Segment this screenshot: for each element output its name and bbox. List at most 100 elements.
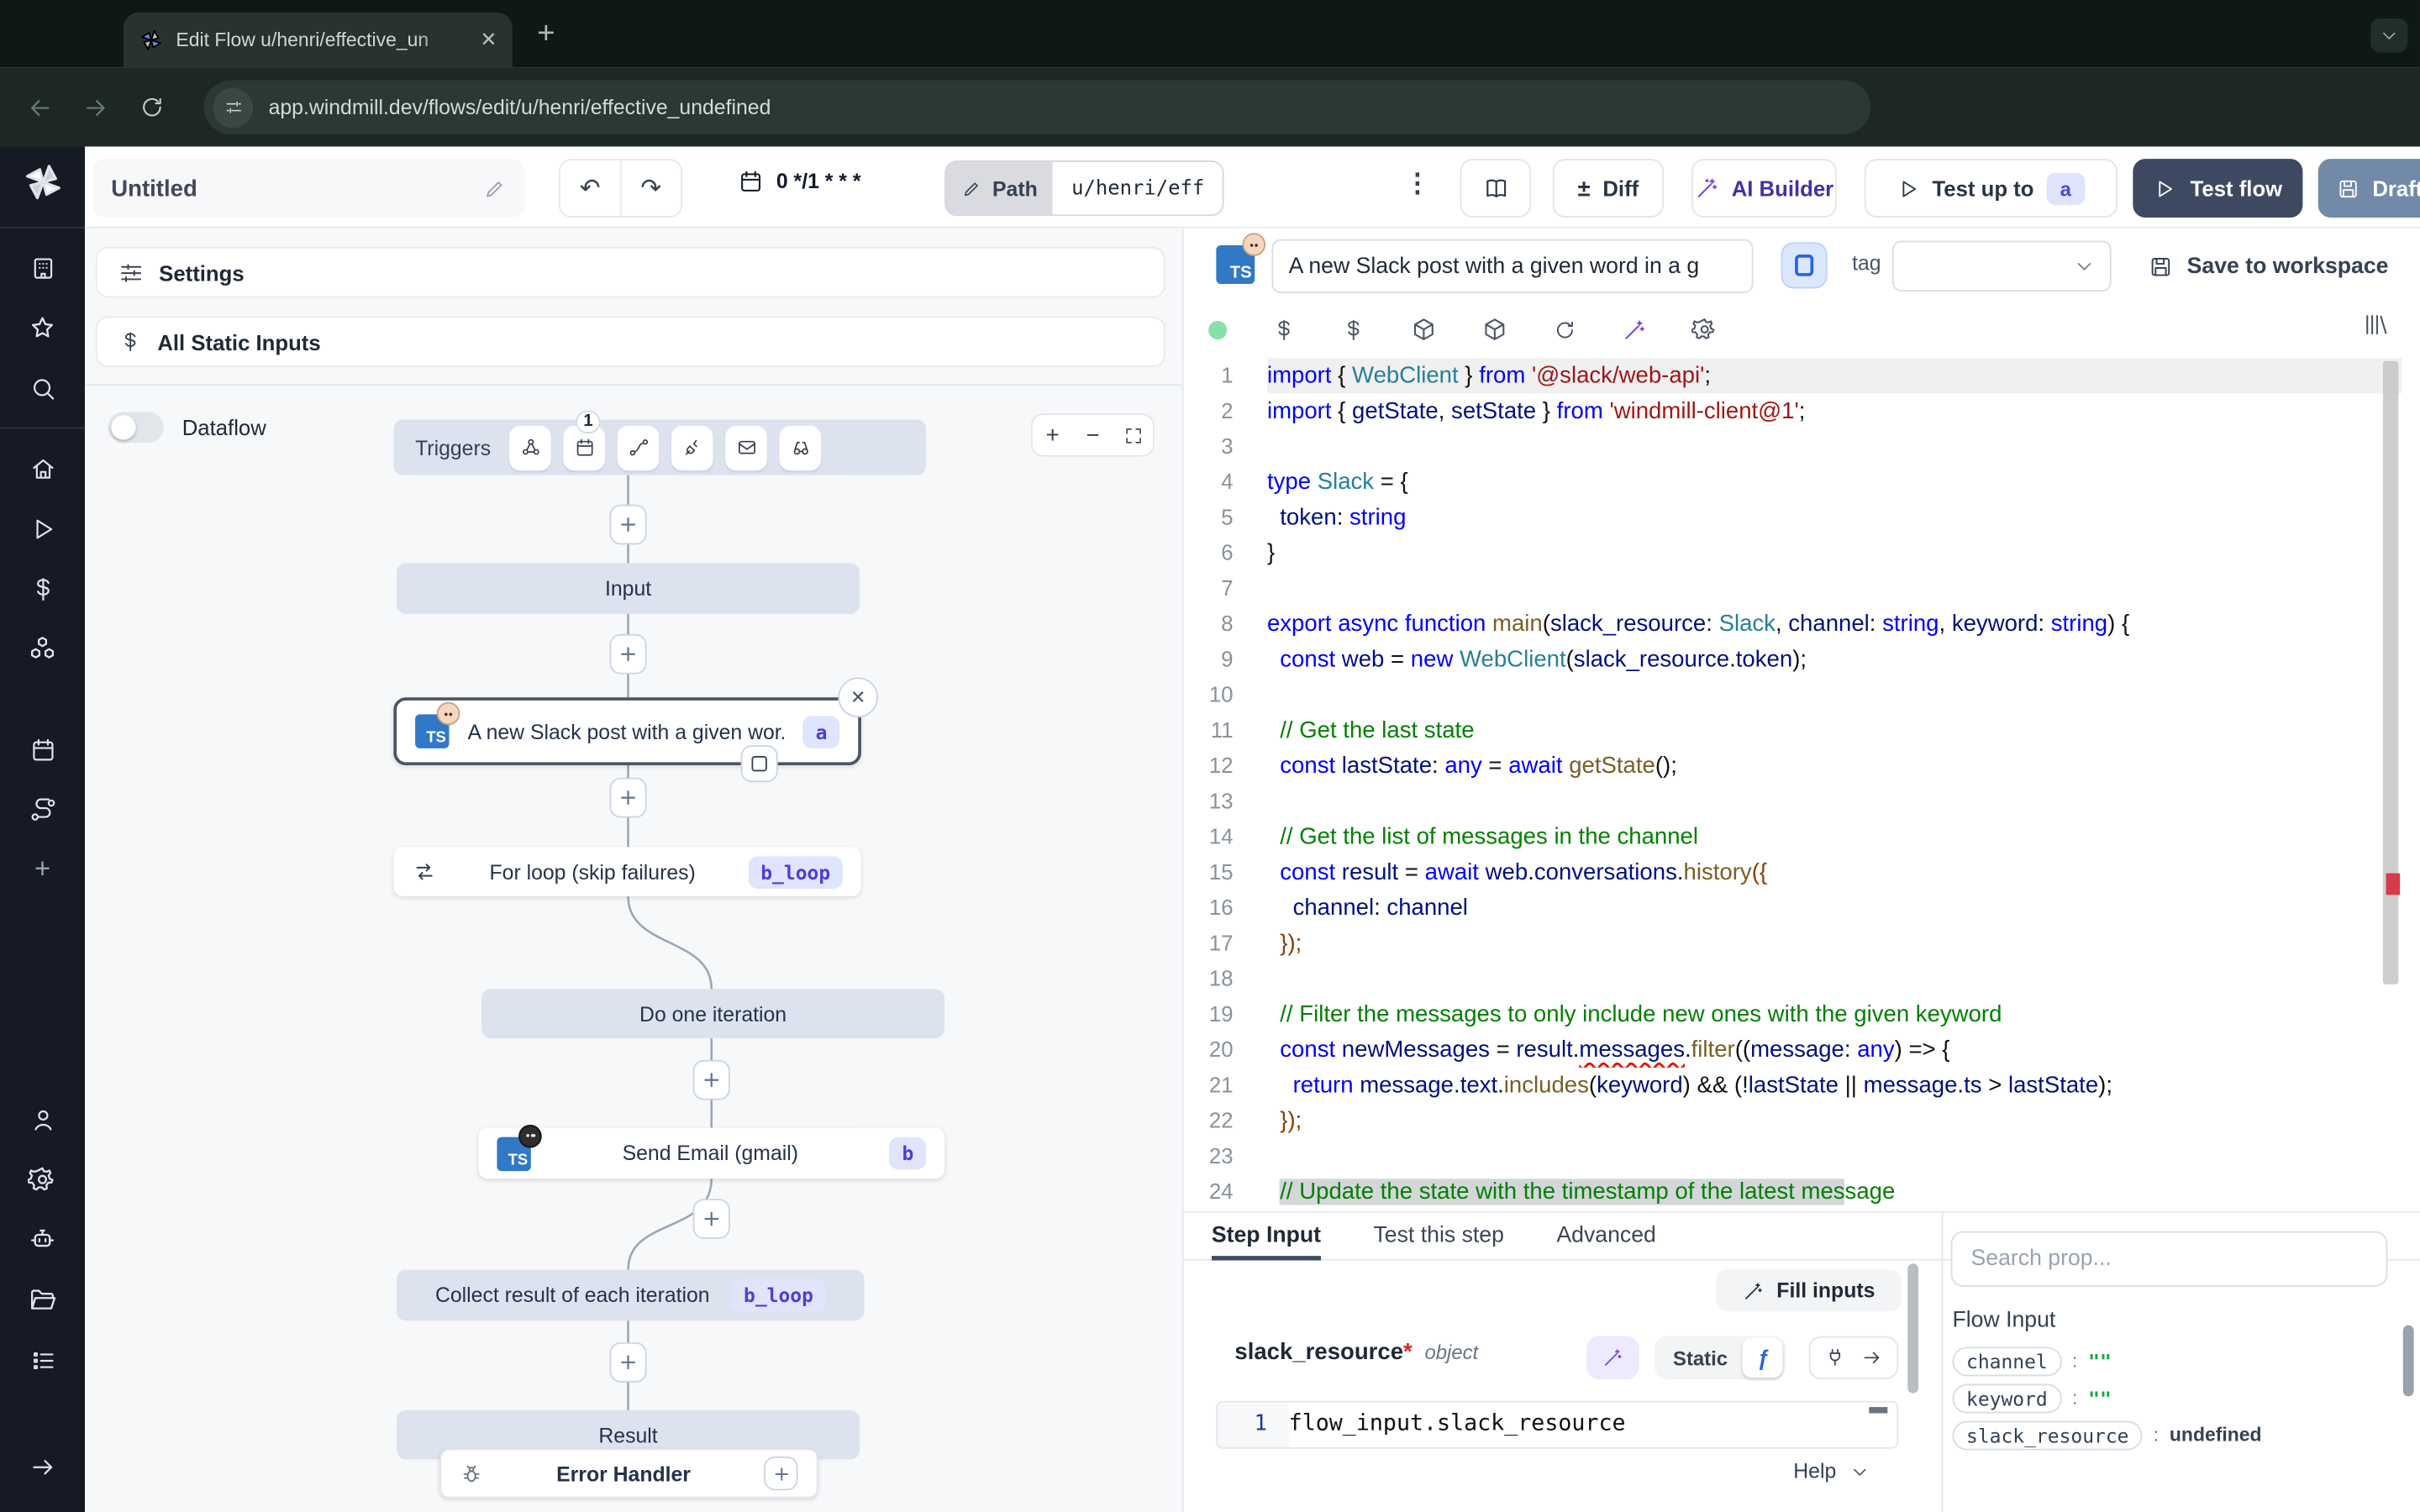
add-step-button[interactable] bbox=[610, 634, 647, 675]
static-expr-toggle[interactable]: Static ƒ bbox=[1655, 1336, 1786, 1379]
code-line[interactable]: 12 const lastState: any = await getState… bbox=[1184, 748, 2402, 784]
sidebar-item-favorites[interactable] bbox=[0, 297, 85, 358]
variables-icon[interactable] bbox=[1271, 317, 1296, 341]
back-icon[interactable] bbox=[13, 93, 68, 121]
tab-close-icon[interactable]: ✕ bbox=[480, 28, 497, 52]
tab-advanced[interactable]: Advanced bbox=[1556, 1212, 1655, 1260]
search-prop-input[interactable] bbox=[1951, 1231, 2388, 1287]
code-line[interactable]: 21 return message.text.includes(keyword)… bbox=[1184, 1068, 2402, 1103]
fill-inputs-button[interactable]: Fill inputs bbox=[1716, 1270, 1901, 1312]
code-line[interactable]: 20 const newMessages = result.messages.f… bbox=[1184, 1032, 2402, 1068]
add-step-button[interactable] bbox=[610, 505, 647, 545]
sidebar-item-search[interactable] bbox=[0, 358, 85, 418]
test-up-to-button[interactable]: Test up to a bbox=[1865, 159, 2118, 218]
code-line[interactable]: 6} bbox=[1184, 535, 2402, 570]
redo-button[interactable]: ↷ bbox=[621, 160, 681, 216]
code-line[interactable]: 16 channel: channel bbox=[1184, 890, 2402, 926]
code-line[interactable]: 2import { getState, setState } from 'win… bbox=[1184, 393, 2402, 428]
sidebar-item-audit-logs[interactable] bbox=[0, 1330, 85, 1390]
props-scrollbar[interactable] bbox=[2403, 1326, 2414, 1396]
code-line[interactable]: 14 // Get the list of messages in the ch… bbox=[1184, 819, 2402, 854]
sidebar-item-workspace[interactable] bbox=[0, 238, 85, 298]
code-line[interactable]: 11 // Get the last state bbox=[1184, 713, 2402, 748]
node-collect-result[interactable]: Collect result of each iteration b_loop bbox=[397, 1270, 865, 1321]
code-line[interactable]: 24 // Update the state with the timestam… bbox=[1184, 1174, 2402, 1210]
ai-builder-button[interactable]: AI Builder bbox=[1691, 159, 1837, 218]
new-tab-button[interactable]: + bbox=[537, 18, 555, 50]
add-step-button[interactable] bbox=[693, 1199, 730, 1239]
test-up-to-step-badge[interactable]: a bbox=[2046, 172, 2085, 205]
save-to-workspace-button[interactable]: Save to workspace bbox=[2149, 241, 2389, 292]
code-line[interactable]: 13 bbox=[1184, 784, 2402, 819]
code-line[interactable]: 17 }); bbox=[1184, 926, 2402, 961]
schedule-indicator[interactable]: 0 */1 * * * bbox=[738, 168, 861, 194]
draft-button[interactable]: Draft bbox=[2318, 159, 2420, 218]
code-line[interactable]: 9 const web = new WebClient(slack_resour… bbox=[1184, 642, 2402, 677]
add-step-button[interactable] bbox=[610, 778, 647, 818]
forward-icon[interactable] bbox=[68, 93, 124, 121]
contextual-variables-icon[interactable] bbox=[1341, 317, 1365, 341]
node-slack-step[interactable]: TS A new Slack post with a given wor... … bbox=[393, 697, 861, 765]
step-summary-input[interactable] bbox=[1271, 239, 1753, 293]
config-scrollbar[interactable] bbox=[1907, 1263, 1918, 1393]
resources-icon[interactable] bbox=[1411, 317, 1437, 343]
path-editor[interactable]: Path u/henri/eff bbox=[944, 160, 1224, 216]
reload-icon[interactable] bbox=[124, 94, 179, 120]
editor-settings-icon[interactable] bbox=[1691, 317, 1718, 343]
edit-name-pencil-icon[interactable] bbox=[483, 176, 507, 200]
tab-test-this-step[interactable]: Test this step bbox=[1373, 1212, 1503, 1260]
flow-name-input[interactable]: Untitled bbox=[92, 159, 524, 218]
add-error-handler-icon[interactable] bbox=[764, 1457, 797, 1490]
help-link[interactable]: Help bbox=[1793, 1460, 1869, 1483]
sidebar-item-workers[interactable] bbox=[0, 1210, 85, 1270]
code-line[interactable]: 5 token: string bbox=[1184, 500, 2402, 535]
expand-editor-button[interactable] bbox=[1781, 242, 1828, 288]
library-icon[interactable] bbox=[2363, 312, 2389, 338]
more-options-icon[interactable]: ⋮ bbox=[1404, 168, 1430, 199]
expression-toggle-icon[interactable]: ƒ bbox=[1743, 1337, 1783, 1378]
early-stop-icon[interactable] bbox=[741, 745, 778, 782]
code-line[interactable]: 3 bbox=[1184, 429, 2402, 465]
sidebar-item-routes[interactable] bbox=[0, 780, 85, 840]
add-step-button[interactable] bbox=[693, 1060, 730, 1100]
flow-input-prop-row[interactable]: slack_resource:undefined bbox=[1952, 1420, 2261, 1451]
sidebar-expand-icon[interactable] bbox=[0, 1436, 85, 1497]
browser-tab[interactable]: Edit Flow u/henri/effective_un ✕ bbox=[124, 13, 513, 68]
address-bar[interactable]: app.windmill.dev/flows/edit/u/henri/effe… bbox=[203, 81, 1870, 134]
connect-input-group[interactable] bbox=[1809, 1336, 1899, 1379]
node-do-one-iteration[interactable]: Do one iteration bbox=[481, 989, 944, 1038]
sidebar-item-settings[interactable] bbox=[0, 1149, 85, 1210]
add-step-button[interactable] bbox=[610, 1342, 647, 1383]
package-icon[interactable] bbox=[1481, 317, 1507, 343]
code-line[interactable]: 19 // Filter the messages to only includ… bbox=[1184, 997, 2402, 1032]
expression-editor[interactable]: 1 flow_input.slack_resource bbox=[1216, 1401, 1898, 1449]
sidebar-item-resources[interactable] bbox=[0, 619, 85, 680]
sidebar-item-home[interactable] bbox=[0, 438, 85, 499]
node-error-handler[interactable]: Error Handler bbox=[439, 1449, 818, 1499]
code-line[interactable]: 10 bbox=[1184, 677, 2402, 712]
tab-search-button[interactable] bbox=[2370, 18, 2407, 52]
sidebar-item-variables[interactable] bbox=[0, 559, 85, 619]
delete-step-icon[interactable]: ✕ bbox=[838, 677, 878, 717]
tag-select[interactable] bbox=[1892, 241, 2112, 292]
test-flow-button[interactable]: Test flow bbox=[2133, 159, 2302, 218]
node-input[interactable]: Input bbox=[397, 563, 860, 614]
code-line[interactable]: 15 const result = await web.conversation… bbox=[1184, 855, 2402, 890]
tab-step-input[interactable]: Step Input bbox=[1212, 1212, 1321, 1260]
code-line[interactable]: 8export async function main(slack_resour… bbox=[1184, 606, 2402, 642]
windmill-logo-icon[interactable] bbox=[0, 146, 85, 217]
expr-value[interactable]: flow_input.slack_resource bbox=[1289, 1403, 1897, 1447]
code-line[interactable]: 4type Slack = { bbox=[1184, 465, 2402, 500]
docs-button[interactable] bbox=[1460, 159, 1531, 218]
flow-input-prop-row[interactable]: channel:"" bbox=[1952, 1346, 2261, 1377]
code-line[interactable]: 1import { WebClient } from '@slack/web-a… bbox=[1184, 358, 2402, 393]
ai-assistant-icon[interactable] bbox=[1622, 317, 1646, 341]
reset-icon[interactable] bbox=[1553, 317, 1577, 341]
code-editor[interactable]: 1import { WebClient } from '@slack/web-a… bbox=[1184, 358, 2402, 1211]
sidebar-item-users[interactable] bbox=[0, 1089, 85, 1150]
code-line[interactable]: 7 bbox=[1184, 571, 2402, 606]
undo-button[interactable]: ↶ bbox=[560, 160, 622, 216]
node-send-email[interactable]: TS Send Email (gmail) b bbox=[478, 1128, 944, 1179]
site-settings-icon[interactable] bbox=[213, 87, 253, 128]
sidebar-item-add[interactable]: + bbox=[0, 839, 85, 900]
